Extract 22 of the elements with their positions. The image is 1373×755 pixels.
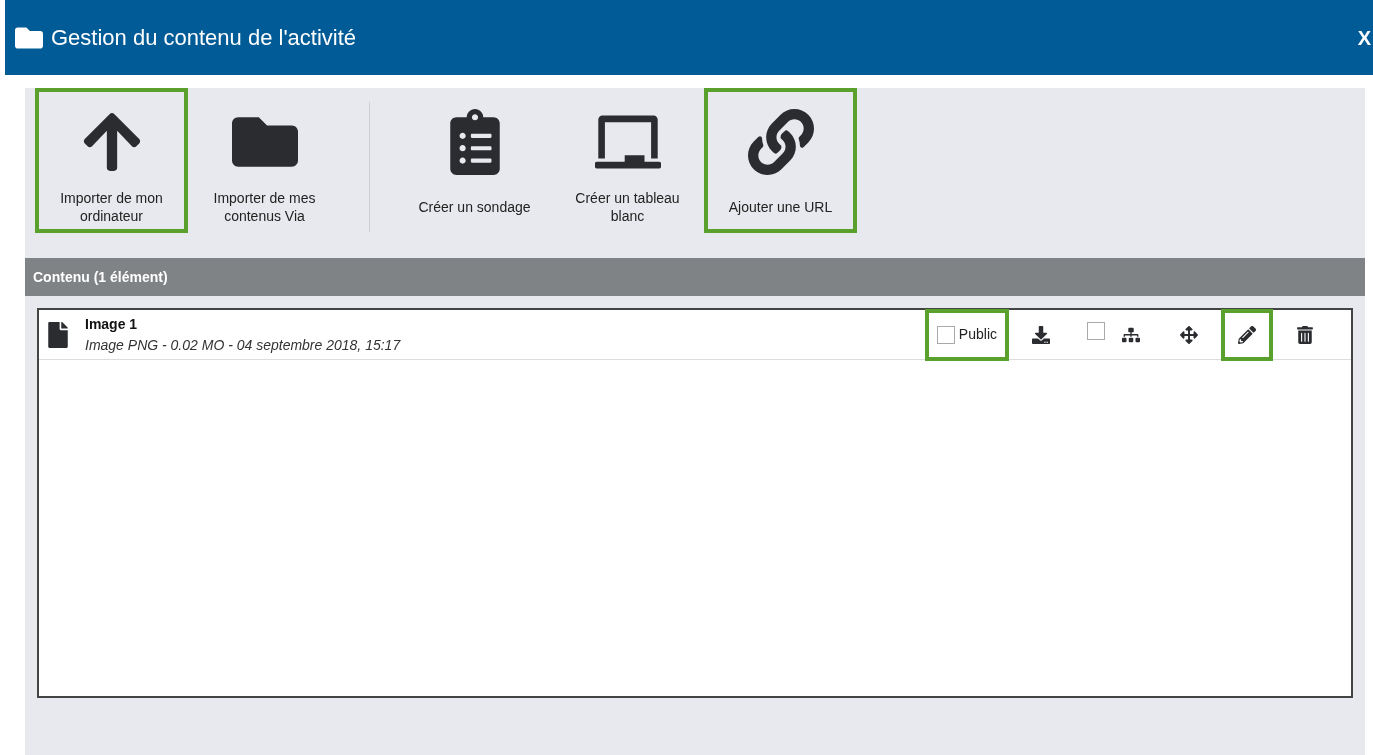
link-icon — [747, 109, 814, 175]
pencil-icon — [1238, 325, 1256, 344]
checkbox[interactable] — [1087, 322, 1105, 340]
close-button[interactable]: X — [1357, 22, 1371, 53]
section-title: Contenu (1 élément) — [33, 267, 168, 287]
download-icon — [1032, 325, 1050, 344]
file-icon — [47, 321, 69, 348]
checkbox[interactable] — [936, 325, 955, 344]
toolbar-button[interactable]: Créer un sondage — [398, 88, 551, 233]
toolbar-button[interactable]: Créer un tableau blanc — [551, 88, 704, 233]
toolbar-button[interactable]: Importer de mon ordinateur — [35, 88, 188, 233]
action-button[interactable] — [1221, 308, 1273, 361]
toolbar-button[interactable]: Ajouter une URL — [704, 88, 857, 233]
public-toggle[interactable]: Public — [924, 308, 1009, 361]
move-icon — [1180, 325, 1198, 344]
item-details: Image PNG - 0.02 MO - 04 septembre 2018, 15:17 — [85, 335, 401, 355]
toolbar-button[interactable]: Importer de mes contenus Via — [188, 88, 341, 233]
content-row[interactable]: Image 1 Image PNG - 0.02 MO - 04 septembre 2018, 15:17 Public — [39, 310, 1351, 360]
trash-icon — [1296, 325, 1314, 344]
item-name: Image 1 — [85, 314, 139, 334]
hierarchy-icon — [1122, 325, 1140, 344]
window-title: Gestion du contenu de l'activité — [51, 24, 357, 52]
